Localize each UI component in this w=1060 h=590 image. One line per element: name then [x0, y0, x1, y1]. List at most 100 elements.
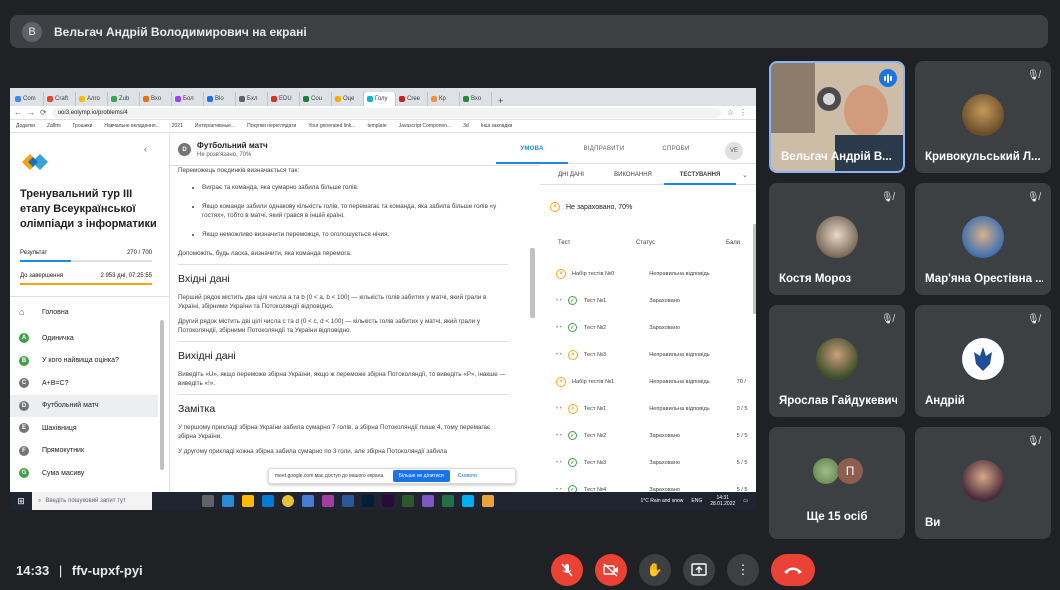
bookmark-item[interactable]: Грошики: [73, 123, 93, 129]
bookmark-item[interactable]: Javascript Componen...: [399, 123, 452, 129]
participant-tile[interactable]: 🎙︎̸ Кривокульський Л...: [915, 61, 1051, 173]
menu-home[interactable]: ⌂ Головна: [10, 301, 158, 324]
mic-toggle-button[interactable]: [551, 554, 583, 586]
chevron-down-icon[interactable]: ⌄: [742, 171, 748, 179]
browser-tab[interactable]: Оце: [332, 92, 364, 106]
problem-menu-item[interactable]: E Шахівниця: [10, 417, 158, 440]
notifications-icon[interactable]: ▭: [743, 498, 748, 504]
sidebar-scrollbar[interactable]: [160, 320, 164, 470]
browser-tab[interactable]: Бхл: [236, 92, 268, 106]
mail-icon[interactable]: [262, 495, 274, 507]
problem-menu-item[interactable]: D Футбольний матч: [10, 394, 158, 417]
excel-icon[interactable]: [442, 495, 454, 507]
participant-tile[interactable]: 🎙︎̸ Мар'яна Орестівна ...: [915, 183, 1051, 295]
bookmark-item[interactable]: Навчальне вкладення...: [104, 123, 159, 129]
test-row[interactable]: • • ✓ Тест №2 Зараховано: [556, 314, 756, 341]
subtab-testing[interactable]: ТЕСТУВАННЯ: [664, 166, 736, 185]
browser-tab[interactable]: Cou: [300, 92, 332, 106]
self-tile[interactable]: 🎙︎̸ Ви: [915, 427, 1051, 539]
participant-tile[interactable]: 🎙︎̸ Ярослав Гайдукевич: [769, 305, 905, 417]
problem-menu-item[interactable]: F Прямокутник: [10, 440, 158, 463]
bookmark-item[interactable]: Интерактивные...: [195, 123, 235, 129]
tab-attempts[interactable]: СПРОБИ: [640, 146, 712, 152]
bookmark-item[interactable]: Zalfmi: [47, 123, 61, 129]
user-avatar[interactable]: VE: [725, 142, 743, 160]
photoshop-icon[interactable]: [362, 495, 374, 507]
problem-menu-item[interactable]: C A+B=C?: [10, 372, 158, 395]
camera-toggle-button[interactable]: [595, 554, 627, 586]
bookmark-item[interactable]: Додатки: [16, 123, 35, 129]
premiere-icon[interactable]: [382, 495, 394, 507]
taskbar-search[interactable]: ⌕ Введіть пошуковий запит тут: [32, 492, 152, 510]
dev-icon[interactable]: [422, 495, 434, 507]
meeting-code[interactable]: ffv-upxf-pyi: [72, 563, 143, 578]
dreamweaver-icon[interactable]: [402, 495, 414, 507]
browser-tab[interactable]: Craft: [44, 92, 76, 106]
subtab-input[interactable]: ДНІ ДАНІ: [540, 172, 602, 178]
test-row[interactable]: • • ✓ Тест №2 Зараховано 5 / 5: [556, 422, 756, 449]
new-tab-icon[interactable]: +: [498, 96, 503, 106]
skype-icon[interactable]: [462, 495, 474, 507]
bookmark-item[interactable]: Your generated link...: [308, 123, 355, 129]
test-row[interactable]: • • × Тест №3 Неправильна відповідь: [556, 341, 756, 368]
problem-menu-item[interactable]: A Одиничка: [10, 327, 158, 350]
bookmark-item[interactable]: Покупки переглядати: [247, 123, 296, 129]
stop-sharing-button[interactable]: Більше не ділитися: [392, 470, 450, 482]
hide-notification-button[interactable]: Сховати: [458, 473, 477, 479]
leave-call-button[interactable]: [771, 554, 815, 586]
statement-scrollbar[interactable]: [530, 248, 535, 318]
tab-statement[interactable]: УМОВА: [496, 134, 568, 164]
app-icon[interactable]: [322, 495, 334, 507]
folder-icon[interactable]: [482, 495, 494, 507]
subtab-execution[interactable]: ВИКОНАННЯ: [602, 172, 664, 178]
problem-menu-item[interactable]: B У кого найвища оцінка?: [10, 350, 158, 373]
browser-tab[interactable]: Вхо: [140, 92, 172, 106]
browser-tab[interactable]: Голу: [364, 92, 396, 106]
clock[interactable]: 14:31 28.01.2022: [710, 495, 735, 507]
more-participants-tile[interactable]: П Ще 15 осіб: [769, 427, 905, 539]
windows-start-icon[interactable]: ⊞: [10, 492, 32, 510]
store-icon[interactable]: [302, 495, 314, 507]
participant-tile[interactable]: 🎙︎̸ Костя Мороз: [769, 183, 905, 295]
chrome-icon[interactable]: [282, 495, 294, 507]
test-group-row[interactable]: × Набір тестів №0 Неправильна відповідь: [556, 260, 756, 287]
problem-menu-item[interactable]: G Сума масиву: [10, 462, 158, 485]
test-row[interactable]: • • ✓ Тест №3 Зараховано 5 / 5: [556, 449, 756, 476]
tab-submit[interactable]: ВІДПРАВИТИ: [568, 146, 640, 152]
browser-tab[interactable]: Zub: [108, 92, 140, 106]
bookmark-item[interactable]: template: [367, 123, 386, 129]
raise-hand-button[interactable]: ✋: [639, 554, 671, 586]
participant-tile[interactable]: 🎙︎̸ Андрій: [915, 305, 1051, 417]
language-indicator[interactable]: ENG: [691, 498, 702, 504]
edge-icon[interactable]: [222, 495, 234, 507]
test-group-row[interactable]: × Набір тестів №1 Неправильна відповідь 70 …: [556, 368, 756, 395]
browser-tab[interactable]: Blo: [204, 92, 236, 106]
panel-scrollbar[interactable]: [753, 224, 756, 314]
browser-tab[interactable]: Кр: [428, 92, 460, 106]
bookmark-item[interactable]: 3d: [463, 123, 469, 129]
test-row[interactable]: • • × Тест №1 Неправильна відповідь 0 / 5: [556, 395, 756, 422]
address-bar[interactable]: uoi3.eolymp.io/problems/4: [51, 107, 721, 118]
browser-tab[interactable]: Cree: [396, 92, 428, 106]
participant-tile-presenter[interactable]: Вельгач Андрій В...: [769, 61, 905, 173]
test-row[interactable]: • • ✓ Тест №1 Зараховано: [556, 287, 756, 314]
browser-tab[interactable]: Бол: [172, 92, 204, 106]
browser-tab[interactable]: Com: [12, 92, 44, 106]
browser-tab[interactable]: EDU: [268, 92, 300, 106]
present-screen-button[interactable]: [683, 554, 715, 586]
menu-dots-icon[interactable]: ⋮: [739, 108, 747, 117]
forward-icon[interactable]: →: [27, 108, 35, 117]
test-status: Зараховано: [649, 297, 680, 304]
browser-tab[interactable]: Алго: [76, 92, 108, 106]
word-icon[interactable]: [342, 495, 354, 507]
bookmark-item[interactable]: 2021: [172, 123, 183, 129]
more-options-button[interactable]: ⋮: [727, 554, 759, 586]
star-icon[interactable]: ☆: [727, 108, 734, 117]
collapse-sidebar-icon[interactable]: ‹: [144, 144, 147, 154]
back-icon[interactable]: ←: [14, 108, 22, 117]
files-icon[interactable]: [242, 495, 254, 507]
browser-tab[interactable]: Вхо: [460, 92, 492, 106]
reload-icon[interactable]: ⟳: [40, 108, 47, 117]
task-view-icon[interactable]: [202, 495, 214, 507]
bookmark-item[interactable]: Інші закладки: [481, 123, 513, 129]
